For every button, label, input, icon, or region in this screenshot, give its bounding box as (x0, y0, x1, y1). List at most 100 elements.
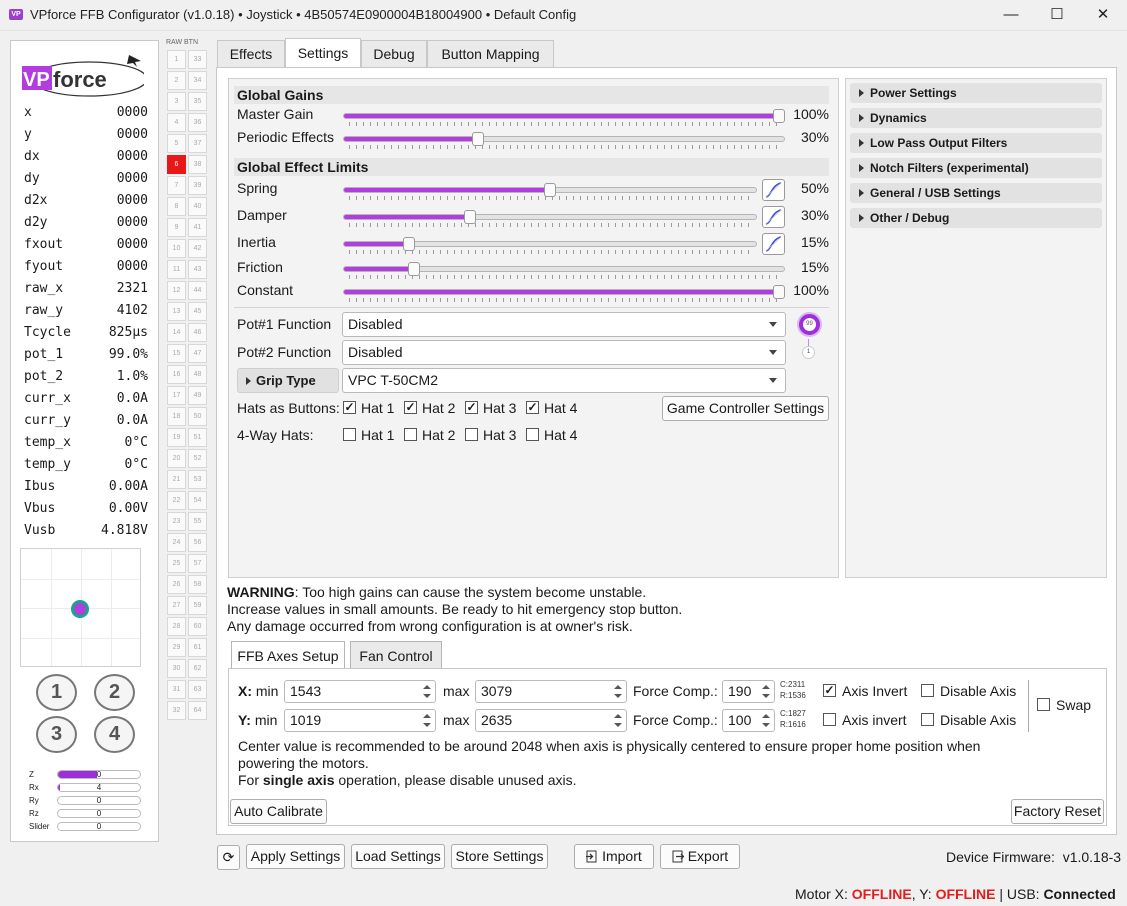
x-force-comp-input[interactable]: 190 (722, 680, 775, 703)
y-axis-invert-checkbox[interactable] (823, 713, 836, 726)
spin-down-icon[interactable] (423, 694, 431, 698)
section-power-settings[interactable]: Power Settings (850, 83, 1102, 103)
hats-as-buttons-hat-3-checkbox[interactable]: ✓ (465, 401, 478, 414)
slider-track[interactable] (343, 109, 785, 123)
x-min-input[interactable]: 1543 (284, 680, 436, 703)
axis-name: Ry (29, 796, 39, 805)
raw-button-indicator: 35 (188, 92, 207, 111)
pot1-select[interactable]: Disabled (342, 312, 786, 337)
apply-settings-button[interactable]: Apply Settings (246, 844, 345, 869)
slider-handle[interactable] (472, 132, 484, 146)
y-range-readout: R:1616 (780, 720, 806, 729)
spin-down-icon[interactable] (614, 694, 622, 698)
divider (1028, 680, 1029, 732)
raw-button-indicator: 46 (188, 323, 207, 342)
swap-axes-checkbox[interactable] (1037, 698, 1050, 711)
section-notch-filters-experimental[interactable]: Notch Filters (experimental) (850, 158, 1102, 178)
export-button[interactable]: Export (660, 844, 740, 869)
pot-secondary-knob[interactable]: 1 (802, 346, 815, 359)
section-general-usb-settings[interactable]: General / USB Settings (850, 183, 1102, 203)
slider-handle[interactable] (407, 262, 420, 276)
spin-up-icon[interactable] (423, 714, 431, 718)
triangle-right-icon (859, 214, 864, 222)
spin-down-icon[interactable] (762, 723, 770, 727)
subtab-ffb-axes-setup[interactable]: FFB Axes Setup (231, 641, 345, 669)
slider-track[interactable] (343, 210, 757, 224)
slider-fill (344, 215, 471, 219)
raw-button-indicator: 9 (167, 218, 186, 237)
tab-settings[interactable]: Settings (285, 38, 361, 67)
four-way-hat-4-label: Hat 4 (544, 427, 578, 443)
hats-as-buttons-hat-4-checkbox[interactable]: ✓ (526, 401, 539, 414)
maximize-button[interactable]: ☐ (1034, 0, 1080, 30)
y-max-input[interactable]: 2635 (475, 709, 627, 732)
x-max-input[interactable]: 3079 (475, 680, 627, 703)
section-label: Power Settings (870, 86, 957, 100)
raw-button-indicator: 48 (188, 365, 207, 384)
spin-down-icon[interactable] (614, 723, 622, 727)
grip-type-select[interactable]: VPC T-50CM2 (342, 368, 786, 393)
y-min-input[interactable]: 1019 (284, 709, 436, 732)
refresh-button[interactable]: ⟳ (217, 845, 240, 870)
game-controller-settings-button[interactable]: Game Controller Settings (662, 396, 829, 421)
minimize-button[interactable]: — (988, 0, 1034, 30)
slider-track[interactable] (343, 132, 785, 146)
close-button[interactable]: ✕ (1080, 0, 1126, 30)
spin-up-icon[interactable] (762, 714, 770, 718)
spin-down-icon[interactable] (762, 694, 770, 698)
slider-handle[interactable] (544, 183, 556, 197)
load-settings-button[interactable]: Load Settings (351, 844, 445, 869)
grip-type-toggle[interactable]: Grip Type (237, 368, 339, 393)
raw-button-indicator: 32 (167, 701, 186, 720)
raw-button-indicator: 52 (188, 449, 207, 468)
store-settings-button[interactable]: Store Settings (451, 844, 548, 869)
spin-down-icon[interactable] (423, 723, 431, 727)
x-force-comp-label: Force Comp.: (633, 683, 718, 699)
pot-knob[interactable]: 99 (797, 312, 822, 337)
spin-up-icon[interactable] (614, 685, 622, 689)
subtab-fan-control[interactable]: Fan Control (350, 641, 442, 669)
pot2-select[interactable]: Disabled (342, 340, 786, 365)
slider-track[interactable] (343, 285, 785, 299)
y-force-comp-input[interactable]: 100 (722, 709, 775, 732)
import-button[interactable]: Import (574, 844, 654, 869)
slider-handle[interactable] (403, 237, 416, 251)
slider-track[interactable] (343, 262, 785, 276)
four-way-hat-4-checkbox[interactable] (526, 428, 539, 441)
section-other-debug[interactable]: Other / Debug (850, 208, 1102, 228)
slider-track[interactable] (343, 237, 757, 251)
raw-button-indicator: 5 (167, 134, 186, 153)
hats-as-buttons-hat-1-checkbox[interactable]: ✓ (343, 401, 356, 414)
raw-button-indicator: 40 (188, 197, 207, 216)
auto-calibrate-button[interactable]: Auto Calibrate (230, 799, 327, 824)
section-low-pass-output-filters[interactable]: Low Pass Output Filters (850, 133, 1102, 153)
y-disable-axis-checkbox[interactable] (921, 713, 934, 726)
hat-button-4[interactable]: 4 (94, 716, 135, 753)
stat-value: 0000 (116, 171, 148, 186)
hat-button-2[interactable]: 2 (94, 674, 135, 711)
tab-button-mapping[interactable]: Button Mapping (427, 40, 554, 67)
pot2-value: Disabled (348, 344, 403, 360)
raw-button-indicator: 61 (188, 638, 207, 657)
raw-button-indicator: 14 (167, 323, 186, 342)
hat-button-3[interactable]: 3 (36, 716, 77, 753)
spin-up-icon[interactable] (762, 685, 770, 689)
factory-reset-button[interactable]: Factory Reset (1011, 799, 1104, 824)
slider-track[interactable] (343, 183, 757, 197)
spin-up-icon[interactable] (614, 714, 622, 718)
spin-up-icon[interactable] (423, 685, 431, 689)
section-dynamics[interactable]: Dynamics (850, 108, 1102, 128)
note-bold: single axis (262, 772, 335, 788)
grip-type-value: VPC T-50CM2 (348, 372, 438, 388)
four-way-hat-1-checkbox[interactable] (343, 428, 356, 441)
hats-as-buttons-hat-2-checkbox[interactable]: ✓ (404, 401, 417, 414)
tab-effects[interactable]: Effects (217, 40, 285, 67)
hat-button-1[interactable]: 1 (36, 674, 77, 711)
four-way-hat-3-checkbox[interactable] (465, 428, 478, 441)
tab-debug[interactable]: Debug (361, 40, 427, 67)
four-way-hat-2-checkbox[interactable] (404, 428, 417, 441)
x-disable-axis-checkbox[interactable] (921, 684, 934, 697)
slider-handle[interactable] (463, 210, 476, 224)
x-axis-label: X: (238, 683, 252, 699)
x-axis-invert-checkbox[interactable]: ✓ (823, 684, 836, 697)
